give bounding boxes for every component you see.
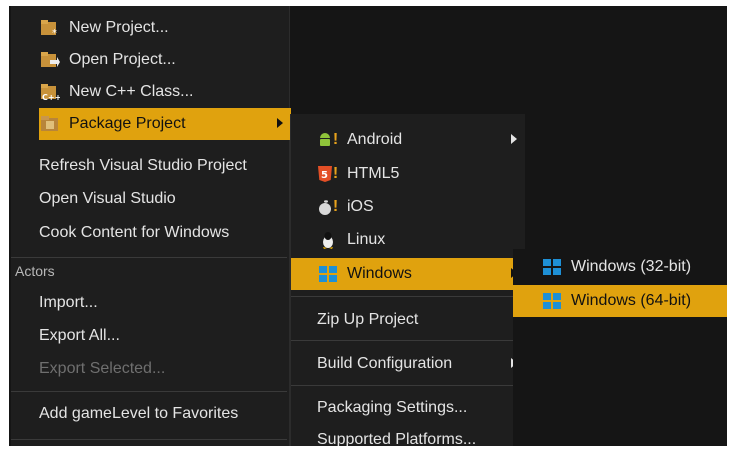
android-icon: !: [317, 130, 339, 150]
svg-text:*: *: [52, 28, 57, 37]
open-project-icon: [39, 50, 61, 70]
new-project-label: New Project...: [69, 19, 169, 36]
export-all-label: Export All...: [39, 327, 120, 344]
linux-icon: [317, 230, 339, 250]
packaging-settings-label: Packaging Settings...: [317, 399, 468, 416]
menu-separator: [11, 257, 287, 258]
windows-submenu: Windows (32-bit) Windows (64-bit): [513, 249, 727, 446]
windows-label: Windows: [347, 265, 412, 282]
export-selected-item: Export Selected...: [39, 353, 289, 385]
open-project-label: Open Project...: [69, 51, 176, 68]
supported-platforms-item[interactable]: Supported Platforms...: [317, 424, 525, 446]
platform-linux-item[interactable]: Linux: [291, 224, 525, 256]
submenu-arrow-icon: [511, 134, 517, 144]
build-configuration-item[interactable]: Build Configuration: [317, 348, 525, 380]
new-cpp-class-item[interactable]: C++ New C++ Class...: [39, 76, 279, 108]
zip-up-project-item[interactable]: Zip Up Project: [317, 304, 517, 336]
menu-separator: [291, 296, 525, 297]
packaging-settings-item[interactable]: Packaging Settings...: [317, 392, 525, 424]
add-to-favorites-item[interactable]: Add gameLevel to Favorites: [39, 398, 289, 430]
import-item[interactable]: Import...: [39, 287, 289, 319]
package-project-submenu: ! Android 5 ! HTML5 ! iOS Linux Windows …: [290, 114, 525, 446]
windows-32bit-item[interactable]: Windows (32-bit): [513, 251, 727, 283]
export-all-item[interactable]: Export All...: [39, 320, 289, 352]
android-label: Android: [347, 131, 403, 148]
add-to-favorites-label: Add gameLevel to Favorites: [39, 405, 239, 422]
apple-icon: !: [317, 197, 339, 217]
new-project-item[interactable]: * New Project...: [39, 12, 279, 44]
refresh-vs-project-item[interactable]: Refresh Visual Studio Project: [39, 150, 289, 182]
svg-text:C++: C++: [42, 93, 60, 101]
svg-text:5: 5: [321, 170, 328, 181]
windows-icon: [541, 257, 563, 277]
menu-separator: [291, 340, 525, 341]
warning-mark: !: [332, 165, 339, 182]
file-menu: * New Project... Open Project... C++ New…: [11, 6, 291, 446]
ios-label: iOS: [347, 198, 374, 215]
html5-icon: 5 !: [317, 164, 339, 184]
cpp-class-icon: C++: [39, 82, 61, 102]
export-selected-label: Export Selected...: [39, 360, 166, 377]
menu-separator: [291, 385, 525, 386]
platform-windows-item[interactable]: Windows: [291, 258, 525, 290]
warning-mark: !: [332, 131, 339, 148]
windows-64bit-label: Windows (64-bit): [571, 292, 692, 309]
html5-label: HTML5: [347, 165, 400, 182]
new-project-icon: *: [39, 18, 61, 38]
menu-separator: [11, 439, 287, 440]
build-configuration-label: Build Configuration: [317, 355, 453, 372]
platform-html5-item[interactable]: 5 ! HTML5: [291, 158, 525, 190]
open-visual-studio-item[interactable]: Open Visual Studio: [39, 183, 289, 215]
supported-platforms-label: Supported Platforms...: [317, 431, 477, 446]
platform-android-item[interactable]: ! Android: [291, 124, 525, 156]
platform-ios-item[interactable]: ! iOS: [291, 191, 525, 223]
package-project-label: Package Project: [69, 115, 186, 132]
cook-content-label: Cook Content for Windows: [39, 224, 230, 241]
import-label: Import...: [39, 294, 98, 311]
actors-section-header: Actors: [15, 263, 55, 279]
open-visual-studio-label: Open Visual Studio: [39, 190, 176, 207]
windows-icon: [317, 264, 339, 284]
open-project-item[interactable]: Open Project...: [39, 44, 279, 76]
refresh-vs-project-label: Refresh Visual Studio Project: [39, 157, 247, 174]
package-project-item[interactable]: Package Project: [39, 108, 291, 140]
windows-32bit-label: Windows (32-bit): [571, 258, 692, 275]
windows-64bit-item[interactable]: Windows (64-bit): [513, 285, 727, 317]
new-cpp-class-label: New C++ Class...: [69, 83, 194, 100]
warning-mark: !: [332, 198, 339, 215]
menu-separator: [11, 391, 287, 392]
submenu-arrow-icon: [277, 118, 283, 128]
windows-icon: [541, 291, 563, 311]
linux-label: Linux: [347, 231, 386, 248]
zip-up-project-label: Zip Up Project: [317, 311, 419, 328]
package-icon: [39, 114, 61, 134]
editor-menu-area: * New Project... Open Project... C++ New…: [9, 6, 727, 446]
cook-content-item[interactable]: Cook Content for Windows: [39, 217, 289, 249]
